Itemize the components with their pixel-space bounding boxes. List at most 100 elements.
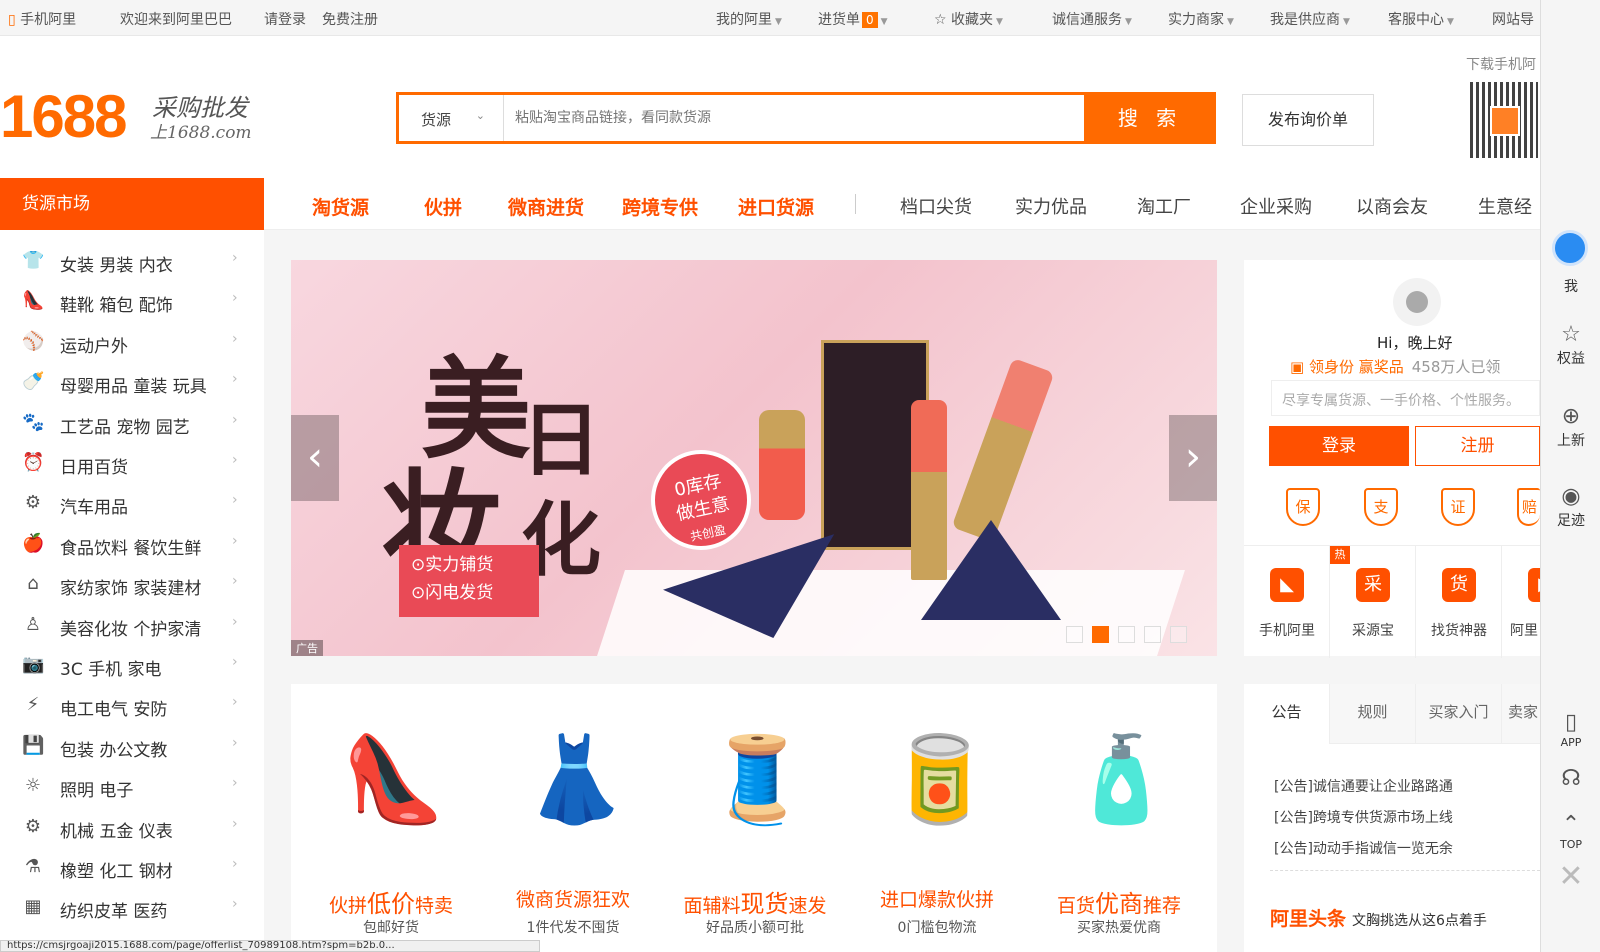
- plus-circle-icon: ⊕: [1561, 404, 1581, 429]
- banner-dot[interactable]: [1144, 626, 1161, 643]
- sidebar-category-item[interactable]: ⌂ 家纺家饰 家装建材 ›: [0, 565, 264, 606]
- product-title: 进口爆款伙拼: [879, 889, 995, 911]
- sidebar-category-item[interactable]: ⚙ 机械 五金 仪表 ›: [0, 808, 264, 849]
- notice-item[interactable]: [公告]诚信通要让企业路路通: [1274, 776, 1453, 796]
- search-button[interactable]: 搜 索: [1084, 92, 1216, 144]
- tab-rules[interactable]: 规则: [1330, 684, 1416, 744]
- toolbar-me[interactable]: 我: [1541, 276, 1600, 296]
- featured-product-card[interactable]: 👗 微商货源狂欢 1件代发不囤货: [483, 684, 663, 952]
- toolbar-close[interactable]: ✕: [1541, 862, 1600, 892]
- banner-next-button[interactable]: ›: [1169, 415, 1217, 501]
- sidebar-category-item[interactable]: ⚙ 汽车用品 ›: [0, 484, 264, 525]
- featured-product-card[interactable]: 🥫 进口爆款伙拼 0门槛包物流: [847, 684, 1027, 952]
- avatar[interactable]: [1393, 278, 1441, 326]
- featured-product-card[interactable]: 🧴 百货优商推荐 买家热爱优商: [1029, 684, 1209, 952]
- toolbar-top[interactable]: ⌃ TOP: [1541, 812, 1600, 851]
- claim-identity-link[interactable]: ▣ 领身份 赢奖品 458万人已领: [1290, 356, 1500, 377]
- tab-notice[interactable]: 公告: [1244, 684, 1330, 744]
- logo[interactable]: 1688: [0, 82, 127, 151]
- sidebar-category-item[interactable]: ♙ 美容化妆 个护家清 ›: [0, 606, 264, 647]
- cart-menu[interactable]: 进货单 0 ▼: [818, 9, 888, 29]
- nav-shengyijing[interactable]: 生意经: [1478, 193, 1532, 219]
- sidebar-category-item[interactable]: 🐾 工艺品 宠物 园艺 ›: [0, 404, 264, 445]
- favorites-menu[interactable]: ☆ 收藏夹 ▼: [934, 9, 1003, 29]
- sidebar-category-item[interactable]: ⚗ 橡塑 化工 钢材 ›: [0, 848, 264, 889]
- service-center-menu[interactable]: 客服中心 ▼: [1388, 9, 1454, 29]
- sidebar-category-item[interactable]: 💾 包装 办公文教 ›: [0, 727, 264, 768]
- chevron-right-icon: ›: [232, 896, 238, 913]
- guarantee-shield-icon[interactable]: 保: [1286, 488, 1320, 526]
- nav-qiye[interactable]: 企业采购: [1240, 193, 1312, 219]
- notice-item[interactable]: [公告]跨境专供货源市场上线: [1274, 807, 1453, 827]
- gear-icon: ⚙: [24, 815, 42, 837]
- sidebar-category-item[interactable]: 👠 鞋靴 箱包 配饰 ›: [0, 282, 264, 323]
- tab-buyer-guide[interactable]: 买家入门: [1416, 684, 1502, 744]
- banner-dot[interactable]: [1170, 626, 1187, 643]
- banner-prev-button[interactable]: ‹: [291, 415, 339, 501]
- sidebar-category-item[interactable]: ⚡ 电工电气 安防 ›: [0, 686, 264, 727]
- sidebar-category-item[interactable]: ⏰ 日用百货 ›: [0, 444, 264, 485]
- login-button[interactable]: 登录: [1269, 426, 1409, 466]
- app-label: 采源宝: [1352, 623, 1394, 639]
- toolbar-service[interactable]: ☊: [1541, 766, 1600, 792]
- ali-headline[interactable]: 阿里头条 文胸挑选从这6点着手: [1270, 904, 1487, 931]
- app-shortcut[interactable]: 货找货神器: [1416, 546, 1502, 658]
- sidebar-category-label: 运动户外: [60, 336, 128, 357]
- search-category-select[interactable]: 货源 ⌄: [399, 95, 504, 141]
- certify-shield-icon[interactable]: 证: [1441, 488, 1475, 526]
- strong-merchant-menu[interactable]: 实力商家 ▼: [1168, 9, 1234, 29]
- toolbar-benefits[interactable]: ☆ 权益: [1541, 322, 1600, 368]
- register-button[interactable]: 注册: [1415, 426, 1540, 466]
- chemical-icon: ⚗: [24, 856, 42, 877]
- source-market-tab[interactable]: 货源市场: [0, 178, 264, 230]
- register-link[interactable]: 免费注册: [322, 9, 378, 29]
- app-shortcut[interactable]: ◣ 手机阿里: [1244, 546, 1330, 658]
- nav-taohuoyuan[interactable]: 淘货源: [312, 193, 369, 220]
- tab-seller[interactable]: 卖家: [1502, 684, 1540, 744]
- sidebar-category-item[interactable]: 🍎 食品饮料 餐饮生鲜 ›: [0, 525, 264, 566]
- site-nav-menu[interactable]: 网站导: [1492, 9, 1534, 29]
- featured-product-card[interactable]: 🧵 面辅料现货速发 好品质小额可批: [665, 684, 845, 952]
- mobile-ali-link[interactable]: ▯ 手机阿里: [8, 9, 76, 29]
- hero-banner[interactable]: 美 妆 日化 ⊙实力铺货 ⊙闪电发货 0库存 做生意 共创盈: [291, 260, 1217, 656]
- post-rfq-button[interactable]: 发布询价单: [1242, 94, 1374, 146]
- sidebar-category-item[interactable]: 👕 女装 男装 内衣 ›: [0, 242, 264, 283]
- notice-item[interactable]: [公告]动动手指诚信一览无余: [1274, 838, 1453, 858]
- product-title: 伙拼低价特卖: [328, 890, 454, 918]
- banner-dot[interactable]: [1118, 626, 1135, 643]
- search-input[interactable]: [509, 95, 1069, 141]
- nav-taogongchang[interactable]: 淘工厂: [1137, 193, 1191, 219]
- login-link[interactable]: 请登录: [264, 9, 306, 29]
- chevron-right-icon: ›: [232, 775, 238, 792]
- nav-weishang[interactable]: 微商进货: [508, 193, 584, 220]
- high-heel-icon: 👠: [341, 730, 446, 828]
- banner-dot[interactable]: [1092, 626, 1109, 643]
- nav-yishang[interactable]: 以商会友: [1356, 193, 1428, 219]
- hot-badge: 热: [1330, 546, 1350, 564]
- sidebar-category-item[interactable]: 🍼 母婴用品 童装 玩具 ›: [0, 363, 264, 404]
- sidebar-category-label: 机械 五金 仪表: [60, 821, 173, 842]
- toolbar-new[interactable]: ⊕ 上新: [1541, 404, 1600, 450]
- nav-shili[interactable]: 实力优品: [1015, 193, 1087, 219]
- toolbar-app[interactable]: ▯ APP: [1541, 710, 1600, 749]
- toolbar-footprint[interactable]: ◉ 足迹: [1541, 484, 1600, 530]
- featured-product-card[interactable]: 👠 伙拼低价特卖 包邮好货: [301, 684, 481, 952]
- sidebar-category-item[interactable]: ☼ 照明 电子 ›: [0, 767, 264, 808]
- user-avatar-icon[interactable]: [1552, 230, 1588, 266]
- sidebar-category-item[interactable]: 📷 3C 手机 家电 ›: [0, 646, 264, 687]
- sidebar-category-item[interactable]: ▦ 纺织皮革 医药 ›: [0, 888, 264, 929]
- nav-kuajing[interactable]: 跨境专供: [622, 193, 698, 220]
- nav-huopin[interactable]: 伙拼: [424, 193, 462, 220]
- nav-jinkou[interactable]: 进口货源: [738, 193, 814, 220]
- supplier-menu[interactable]: 我是供应商 ▼: [1270, 9, 1350, 29]
- my-ali-menu[interactable]: 我的阿里 ▼: [716, 9, 782, 29]
- app-shortcut[interactable]: ▶阿里: [1502, 546, 1542, 658]
- banner-tag: ⊙实力铺货 ⊙闪电发货: [399, 545, 539, 617]
- compensate-shield-icon[interactable]: 赔: [1517, 488, 1540, 526]
- banner-dot[interactable]: [1066, 626, 1083, 643]
- nav-dangkou[interactable]: 档口尖货: [900, 193, 972, 219]
- wheel-icon: ⚙: [24, 492, 42, 514]
- sidebar-category-item[interactable]: ⚾ 运动户外 ›: [0, 323, 264, 364]
- payment-shield-icon[interactable]: 支: [1364, 488, 1398, 526]
- trust-service-menu[interactable]: 诚信通服务 ▼: [1052, 9, 1132, 29]
